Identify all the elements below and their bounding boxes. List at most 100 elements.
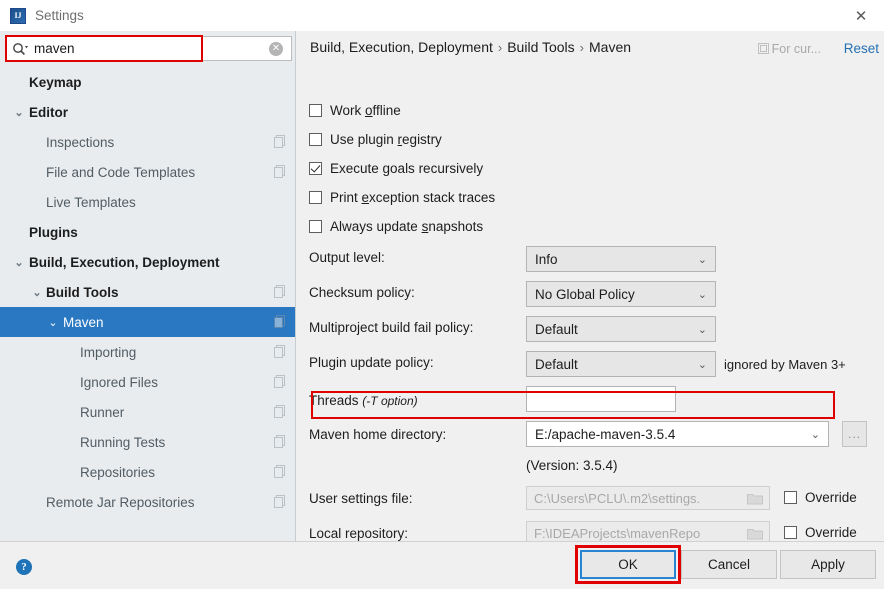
checkbox-label: Work offline: [330, 103, 401, 118]
apply-button[interactable]: Apply: [780, 550, 876, 579]
chevron-down-icon[interactable]: ⌄: [30, 285, 44, 299]
threads-input[interactable]: [526, 386, 676, 412]
sidebar-item-label: Remote Jar Repositories: [46, 494, 195, 510]
for-current-project-text: For cur...: [771, 42, 821, 56]
chevron-down-icon: ⌄: [697, 358, 707, 371]
threads-note: (-T option): [362, 394, 418, 408]
checkbox-print-exception-stack-traces[interactable]: Print exception stack traces: [309, 190, 495, 205]
sidebar-item-runner[interactable]: Runner: [0, 397, 295, 427]
chevron-down-icon: ⌄: [810, 428, 820, 441]
search-field-wrapper[interactable]: ✕: [5, 36, 292, 61]
chevron-down-icon: ⌄: [697, 323, 707, 336]
checkbox-execute-goals-recursively[interactable]: Execute goals recursively: [309, 161, 483, 176]
multiproject-build-fail-policy-combo[interactable]: Default ⌄: [526, 316, 716, 342]
user-settings-file-override-checkbox[interactable]: Override: [784, 490, 857, 505]
plugin-update-policy-value: Default: [535, 356, 578, 372]
intellij-idea-logo-icon: [10, 7, 26, 24]
checkbox-box[interactable]: [309, 162, 322, 175]
chevron-down-icon: ⌄: [697, 288, 707, 301]
sidebar-item-label: Ignored Files: [80, 374, 159, 390]
checkbox-label: Print exception stack traces: [330, 190, 496, 205]
local-repository-label: Local repository:: [309, 526, 409, 541]
sidebar-item-label: Build, Execution, Deployment: [29, 254, 220, 270]
chevron-down-icon[interactable]: ⌄: [12, 105, 26, 119]
project-scope-icon: [274, 345, 286, 358]
sidebar-item-importing[interactable]: Importing: [0, 337, 295, 367]
checkbox-box[interactable]: [309, 104, 322, 117]
sidebar-item-build-tools[interactable]: ⌄ Build Tools: [0, 277, 295, 307]
sidebar-item-editor[interactable]: ⌄ Editor: [0, 97, 295, 127]
checkbox-box[interactable]: [309, 220, 322, 233]
sidebar-item-remote-jar-repositories[interactable]: Remote Jar Repositories: [0, 487, 295, 517]
maven-version-note: (Version: 3.5.4): [526, 458, 618, 473]
sidebar-item-label: Plugins: [29, 224, 78, 240]
reset-link[interactable]: Reset: [844, 41, 879, 56]
sidebar-item-plugins[interactable]: Plugins: [0, 217, 295, 247]
sidebar-item-label: Repositories: [80, 464, 156, 480]
folder-icon[interactable]: [747, 492, 763, 505]
checksum-policy-label: Checksum policy:: [309, 285, 415, 300]
local-repository-override-checkbox[interactable]: Override: [784, 525, 857, 540]
sidebar-item-label: Inspections: [46, 134, 115, 150]
chevron-down-icon[interactable]: ⌄: [12, 255, 26, 269]
project-scope-icon: [274, 135, 286, 148]
plugin-update-policy-combo[interactable]: Default ⌄: [526, 351, 716, 377]
project-scope-icon: [274, 165, 286, 178]
maven-settings-panel: Build, Execution, Deployment › Build Tools…: [297, 31, 884, 545]
sidebar-item-label: Live Templates: [46, 194, 136, 210]
threads-label: Threads (-T option): [309, 393, 418, 408]
mnemonic-char: s: [421, 219, 429, 234]
chevron-down-icon[interactable]: ⌄: [46, 315, 60, 329]
sidebar-item-running-tests[interactable]: Running Tests: [0, 427, 295, 457]
help-icon[interactable]: ?: [16, 559, 32, 575]
sidebar-item-ignored-files[interactable]: Ignored Files: [0, 367, 295, 397]
checkbox-box[interactable]: [309, 191, 322, 204]
sidebar-item-build-execution-deployment[interactable]: ⌄ Build, Execution, Deployment: [0, 247, 295, 277]
maven-home-combo[interactable]: E:/apache-maven-3.5.4 ⌄: [526, 421, 829, 447]
project-scope-icon: [274, 375, 286, 388]
breadcrumb-item: Maven: [589, 39, 632, 55]
sidebar-item-maven[interactable]: ⌄ Maven: [0, 307, 295, 337]
maven-home-browse-button[interactable]: ...: [842, 421, 867, 447]
checkbox-box[interactable]: [784, 491, 797, 504]
for-current-project-label: For cur...: [757, 42, 821, 56]
chevron-down-icon: ⌄: [697, 253, 707, 266]
sidebar-item-label: Importing: [80, 344, 137, 360]
breadcrumb: Build, Execution, Deployment › Build Tools…: [310, 39, 631, 55]
sidebar-item-file-and-code-templates[interactable]: File and Code Templates: [0, 157, 295, 187]
maven-home-label: Maven home directory:: [309, 427, 447, 442]
project-scope-icon: [757, 43, 769, 54]
output-level-combo[interactable]: Info ⌄: [526, 246, 716, 272]
ok-button[interactable]: OK: [580, 550, 676, 579]
search-input[interactable]: [34, 38, 264, 59]
mnemonic-char: r: [397, 132, 403, 147]
mnemonic-char: o: [365, 103, 373, 118]
breadcrumb-separator: ›: [579, 40, 585, 55]
cancel-button[interactable]: Cancel: [681, 550, 777, 579]
settings-tree: Keymap ⌄ Editor Inspections File and Code Te…: [0, 67, 295, 517]
multiproject-build-fail-policy-label: Multiproject build fail policy:: [309, 320, 474, 335]
search-icon[interactable]: [12, 42, 28, 57]
checkbox-work-offline[interactable]: Work offline: [309, 103, 401, 118]
multiproject-build-fail-policy-value: Default: [535, 321, 578, 337]
clear-icon[interactable]: ✕: [269, 42, 283, 56]
sidebar-item-repositories[interactable]: Repositories: [0, 457, 295, 487]
checkbox-box[interactable]: [309, 133, 322, 146]
local-repository-value: F:\IDEAProjects\mavenRepo: [534, 525, 701, 541]
checkbox-always-update-snapshots[interactable]: Always update snapshots: [309, 219, 483, 234]
checkbox-box[interactable]: [784, 526, 797, 539]
breadcrumb-item: Build, Execution, Deployment: [310, 39, 493, 55]
user-settings-file-field[interactable]: C:\Users\PCLU\.m2\settings.: [526, 486, 770, 510]
sidebar-item-inspections[interactable]: Inspections: [0, 127, 295, 157]
project-scope-icon: [274, 285, 286, 298]
settings-sidebar: ✕ Keymap⌄Editor Inspections File and Code …: [0, 31, 296, 541]
sidebar-item-keymap[interactable]: Keymap: [0, 67, 295, 97]
folder-icon[interactable]: [747, 527, 763, 540]
checkbox-use-plugin-registry[interactable]: Use plugin registry: [309, 132, 442, 147]
plugin-update-policy-hint: ignored by Maven 3+: [724, 357, 846, 372]
close-icon[interactable]: ✕: [838, 0, 884, 31]
sidebar-item-label: Runner: [80, 404, 125, 420]
sidebar-item-live-templates[interactable]: Live Templates: [0, 187, 295, 217]
settings-dialog: Settings ✕ ✕ Keymap⌄EditorInspectionsFil…: [0, 0, 884, 589]
checksum-policy-combo[interactable]: No Global Policy ⌄: [526, 281, 716, 307]
